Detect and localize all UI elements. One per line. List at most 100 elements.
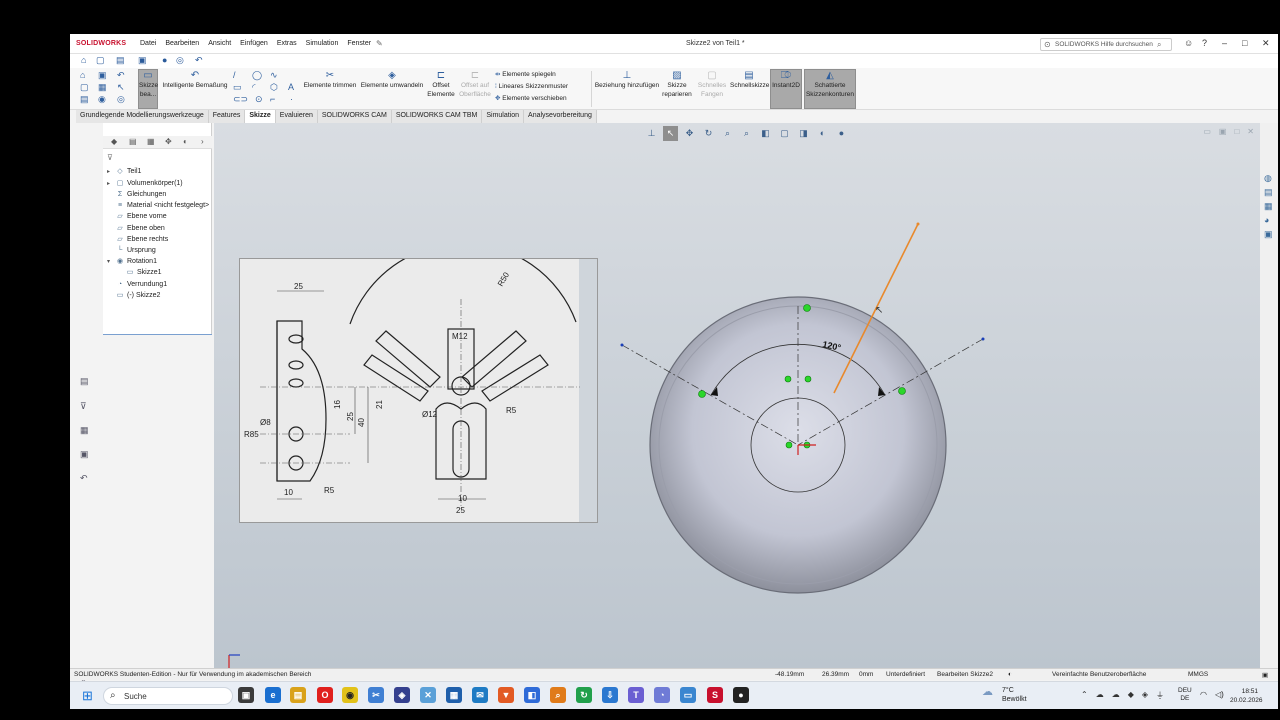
weather-widget[interactable]: ☁ 7°C Bewölkt — [982, 686, 1027, 704]
dimxpert-tab-icon[interactable]: ✥ — [165, 137, 172, 146]
move-entities-button[interactable]: ✥ Elemente verschieben — [495, 94, 575, 103]
design-library-icon[interactable]: ▤ — [1264, 187, 1273, 198]
collapse-icon[interactable]: ▾ — [107, 257, 110, 267]
spline-icon[interactable]: ∿ — [270, 70, 278, 80]
teams-icon[interactable]: T — [628, 687, 644, 703]
user-icon[interactable]: ☺ — [1184, 38, 1193, 48]
undo-small-icon[interactable]: ↶ — [117, 70, 125, 80]
slot-icon[interactable]: ⊂⊃ — [233, 94, 248, 104]
fillet-icon[interactable]: ⌐ — [270, 94, 275, 104]
filter-icon[interactable]: ⊽ — [107, 153, 113, 162]
search-app-icon[interactable]: ⌕ — [550, 687, 566, 703]
endpoint-orange[interactable] — [916, 222, 920, 226]
menu-simulation[interactable]: Simulation — [306, 40, 339, 47]
expand-icon[interactable]: ▸ — [107, 167, 110, 177]
mirror-entities-button[interactable]: ⇹ Elemente spiegeln — [495, 70, 575, 79]
menu-extras[interactable]: Extras — [277, 40, 297, 47]
status-options-icon[interactable]: ▣ — [1262, 671, 1268, 679]
origin-relation-left[interactable] — [785, 441, 793, 449]
offset-surface-button[interactable]: ⊏ Offset auf Oberfläche — [458, 70, 492, 99]
tab-solidworks-cam-tbm[interactable]: SOLIDWORKS CAM TBM — [391, 110, 483, 123]
brave-icon[interactable]: ▼ — [498, 687, 514, 703]
tab-evaluieren[interactable]: Evaluieren — [275, 110, 318, 123]
tree-root-teil1[interactable]: ▸ ◇ Teil1 — [107, 167, 141, 177]
taskbar-search[interactable]: ⌕ Suche — [103, 687, 233, 705]
line-icon[interactable]: / — [233, 70, 236, 80]
select-small-icon[interactable]: ↖ — [117, 82, 125, 92]
undo-icon[interactable]: ↶ — [195, 55, 203, 66]
display-pane-icon[interactable]: ▤ — [80, 376, 89, 387]
windows-start-icon[interactable]: ⊞ — [82, 688, 93, 704]
minimize-icon[interactable]: – — [1222, 38, 1227, 48]
arc-icon[interactable]: ◜ — [252, 82, 256, 92]
tab-grundlegende[interactable]: Grundlegende Modellierungswerkzeuge — [76, 110, 209, 123]
menu-fenster[interactable]: Fenster — [347, 40, 371, 47]
menu-bearbeiten[interactable]: Bearbeiten — [165, 40, 199, 47]
layers-icon[interactable]: ▦ — [80, 425, 89, 436]
coincident-relation-top[interactable] — [803, 304, 811, 312]
new-file-icon[interactable]: ▢ — [96, 55, 105, 66]
search-icon[interactable]: ⌕ — [1157, 40, 1161, 50]
add-relation-button[interactable]: ⊥ Beziehung hinzufügen — [594, 70, 660, 90]
help-icon[interactable]: ? — [1202, 38, 1207, 48]
coincident-relation-mid[interactable] — [804, 375, 812, 383]
edit-sketch-button[interactable]: ▭ Skizze bea... — [138, 69, 158, 109]
options-small-icon[interactable]: ◎ — [117, 94, 125, 104]
units-selector[interactable]: MMGS — [1188, 671, 1208, 678]
more-tabs-icon[interactable]: › — [201, 137, 204, 146]
tray-cloud-icon[interactable]: ☁ — [1096, 690, 1104, 701]
home-icon[interactable]: ⌂ — [81, 55, 86, 65]
menu-einfuegen[interactable]: Einfügen — [240, 40, 268, 47]
settings-icon[interactable]: ◎ — [176, 55, 184, 66]
property-manager-tab-icon[interactable]: ▤ — [129, 137, 137, 146]
menu-datei[interactable]: Datei — [140, 40, 156, 47]
trim-entities-button[interactable]: ✂ Elemente trimmen — [302, 70, 358, 90]
linear-pattern-button[interactable]: ⁞ Lineares Skizzenmuster — [495, 82, 580, 91]
rebuild-status-icon[interactable]: ◐ — [1008, 671, 1012, 678]
pin-icon[interactable]: ✎ — [376, 39, 383, 48]
open-file-icon[interactable]: ▤ — [116, 55, 125, 66]
tab-analysevorbereitung[interactable]: Analysevorbereitung — [524, 110, 597, 123]
tree-item-ebene-oben[interactable]: ▱ Ebene oben — [115, 224, 164, 234]
view-icon[interactable]: ▣ — [80, 449, 89, 460]
download-icon[interactable]: ⇩ — [602, 687, 618, 703]
tray-app-icon[interactable]: ◈ — [1142, 690, 1148, 701]
photos-icon[interactable]: ◧ — [524, 687, 540, 703]
expand-icon[interactable]: ▸ — [107, 179, 110, 189]
tree-item-gleichungen[interactable]: Σ Gleichungen — [115, 190, 166, 200]
text-icon[interactable]: A — [288, 82, 294, 92]
rectangle-icon[interactable]: ▭ — [233, 82, 242, 92]
opera-icon[interactable]: O — [317, 687, 333, 703]
offset-entities-button[interactable]: ⊏ Offset Elemente — [425, 70, 457, 99]
tray-usb-icon[interactable]: ⏚ — [1156, 690, 1164, 701]
tab-features[interactable]: Features — [208, 110, 246, 123]
tree-item-ebene-rechts[interactable]: ▱ Ebene rechts — [115, 235, 168, 245]
tab-skizze[interactable]: Skizze — [245, 110, 276, 123]
tray-onedrive-icon[interactable]: ☁ — [1112, 690, 1120, 701]
appearances-icon[interactable]: ◕ — [1264, 215, 1269, 225]
language-indicator[interactable]: DEU DE — [1178, 687, 1192, 703]
tree-rollback-bar[interactable] — [103, 334, 212, 335]
tree-item-material[interactable]: ≡ Material <nicht festgelegt> — [115, 201, 209, 211]
point-icon[interactable]: ⊙ — [255, 94, 263, 104]
rebuild-small-icon[interactable]: ◉ — [98, 94, 106, 104]
display-manager-tab-icon[interactable]: ◐ — [183, 137, 188, 146]
polygon-icon[interactable]: ⬡ — [270, 82, 278, 92]
tray-dropbox-icon[interactable]: ◆ — [1128, 690, 1134, 701]
mail-icon[interactable]: ✉ — [472, 687, 488, 703]
tree-item-ursprung[interactable]: └ Ursprung — [115, 246, 156, 256]
open-small-icon[interactable]: ▤ — [80, 94, 89, 104]
repair-sketch-button[interactable]: ▨ Skizze reparieren — [662, 70, 692, 99]
help-search-input[interactable]: ⊙ SOLIDWORKS Hilfe durchsuchen ⌕ — [1040, 38, 1172, 51]
shaded-contours-button[interactable]: ◭ Schattierte Skizzenkonturen — [804, 69, 856, 109]
bitwarden-icon[interactable]: ◈ — [394, 687, 410, 703]
close-icon[interactable]: ✕ — [1262, 38, 1270, 49]
smart-dimension-button[interactable]: ↶ Intelligente Bemaßung — [160, 70, 230, 90]
rebuild-icon[interactable]: ● — [162, 55, 167, 65]
maximize-icon[interactable]: □ — [1242, 38, 1247, 48]
instant2d-button[interactable]: ⎄ Instant2D — [770, 69, 802, 109]
calendar-icon[interactable]: ▦ — [446, 687, 462, 703]
wifi-icon[interactable]: ◠ — [1200, 690, 1207, 699]
tray-expand-icon[interactable]: ⌃ — [1081, 690, 1088, 701]
coincident-relation-left[interactable] — [698, 390, 706, 398]
